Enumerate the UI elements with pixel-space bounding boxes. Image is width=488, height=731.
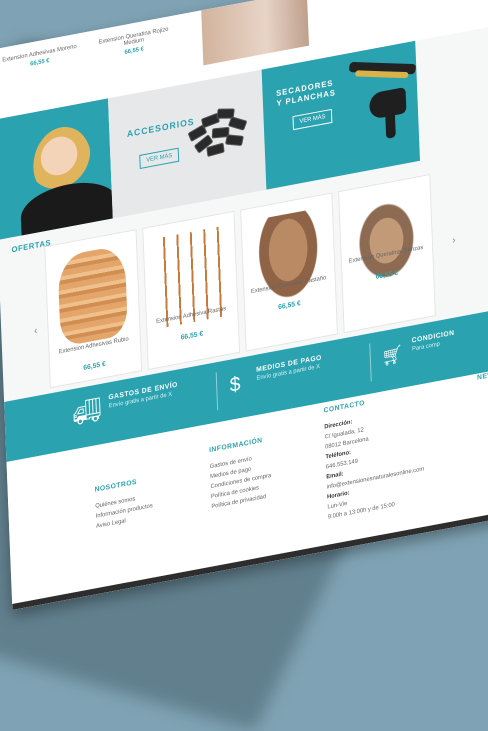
truck-icon: 🚚︎ [71, 395, 103, 429]
product-image [253, 207, 324, 311]
flat-iron-plate [354, 70, 409, 79]
model-body-image [19, 175, 113, 241]
money-hand-icon: $ [229, 372, 241, 397]
website-mockup: Extension Adhesivas Moreno 66,55 € Exten… [0, 0, 488, 610]
footer-contacto: CONTACTO Dirección: C/ Igualada, 12 0801… [323, 388, 425, 522]
accesorios-title: ACCESORIOS [126, 116, 195, 140]
footer-nosotros: NOSOTROS Quiénes somos Información produ… [94, 475, 153, 532]
secadores-ver-mas-button[interactable]: VER MÁS [292, 108, 333, 131]
top-product-2[interactable]: Extension Queratina Rojizo Medium 66,55 … [90, 25, 177, 62]
carousel-prev-arrow[interactable]: ‹ [34, 325, 38, 337]
feature-conditions: CONDICION Para comp [412, 330, 455, 353]
hair-dryer-handle [385, 109, 396, 139]
accesorios-ver-mas-button[interactable]: VER MÁS [139, 147, 180, 169]
footer-news: NEWS [477, 370, 488, 390]
model-photo [201, 0, 309, 66]
top-product-1[interactable]: Extension Adhesivas Moreno 66,55 € [0, 43, 83, 74]
feature-payment: MEDIOS DE PAGO Envío gratis a partir de … [256, 355, 322, 382]
product-card[interactable] [240, 192, 338, 352]
feature-divider [215, 372, 219, 411]
model-banner[interactable] [0, 98, 113, 241]
secadores-title: SECADORES Y PLANCHAS [276, 78, 336, 109]
footer-informacion: INFORMACIÓN Gastos de envío Medios de pa… [209, 435, 272, 512]
feature-shipping: GASTOS DE ENVÍO Envío gratis a partir de… [108, 382, 178, 410]
carousel-next-arrow[interactable]: › [452, 235, 456, 247]
product-image [57, 244, 129, 348]
cart-icon: 🛒︎ [381, 343, 404, 368]
feature-divider [369, 343, 372, 382]
hair-clips-image [187, 102, 251, 164]
